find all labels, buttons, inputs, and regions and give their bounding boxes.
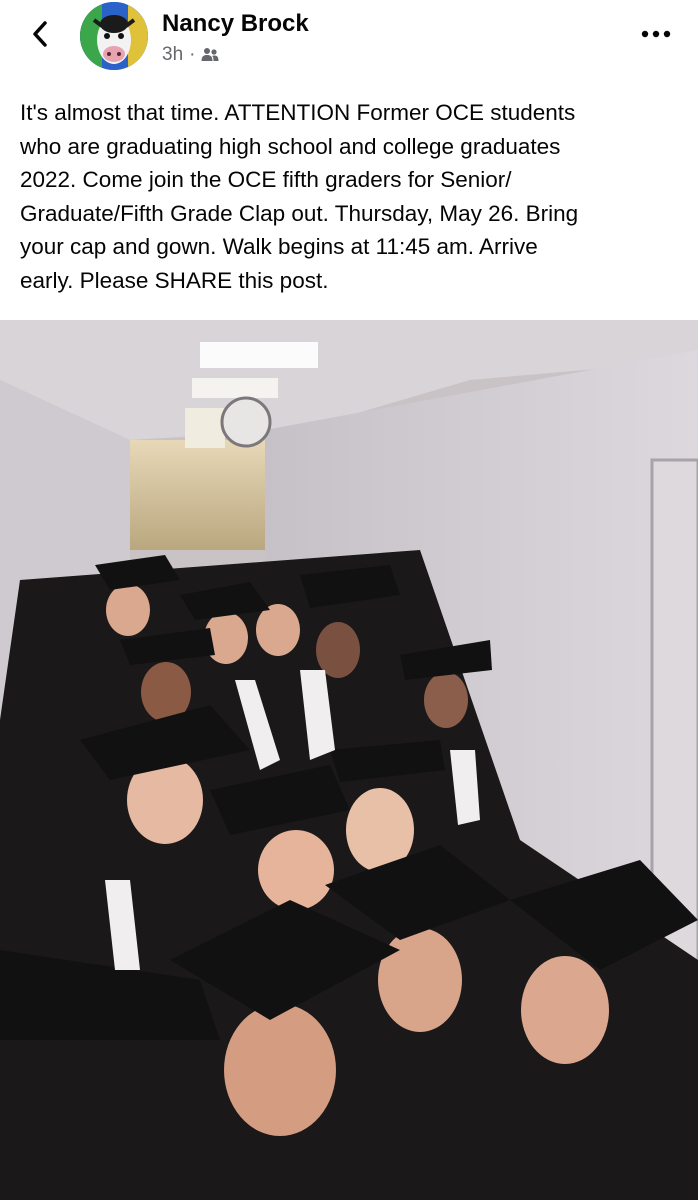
friends-icon	[201, 48, 219, 61]
meta-separator: ·	[189, 44, 196, 65]
chevron-left-icon	[33, 21, 47, 47]
back-button[interactable]	[22, 16, 58, 52]
post-meta: 3h ·	[162, 44, 219, 66]
post-photo[interactable]	[0, 320, 698, 1200]
post-header: Nancy Brock 3h ·	[0, 0, 698, 84]
avatar[interactable]	[80, 2, 148, 70]
timestamp[interactable]: 3h	[162, 44, 183, 66]
author-name[interactable]: Nancy Brock	[162, 10, 309, 38]
post-text: It's almost that time. ATTENTION Former …	[20, 100, 579, 293]
more-horizontal-icon	[641, 30, 671, 38]
more-options-button[interactable]	[638, 22, 674, 46]
